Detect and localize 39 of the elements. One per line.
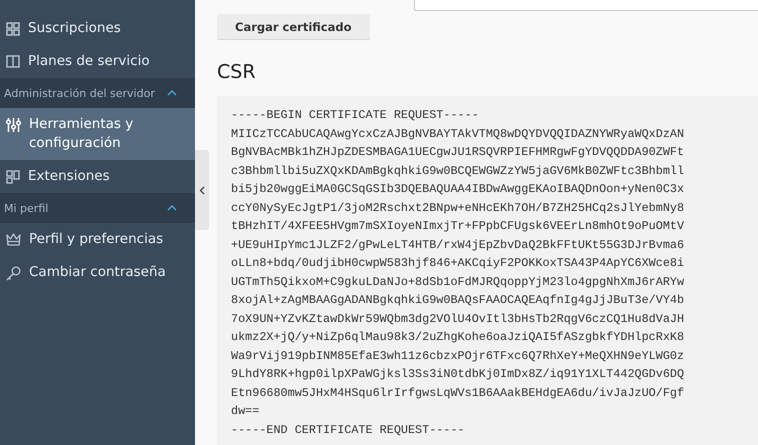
section-header[interactable]: Administración del servidor (0, 78, 195, 108)
csr-line: BgNVBAcMBk1hZHJpZDESMBAGA1UECgwJU1RSQVRPIEFHMRgwFgYDVQQDDA90ZWFt (231, 144, 686, 161)
chevron-left-icon (199, 186, 205, 194)
key-icon (6, 266, 21, 281)
csr-line: 9LhdY8RK+hgp0ilpXPaWGjksl3Ss3iN0tdbKj0ImDx8Z/iq91Y1XLT442QGDv6DQ (231, 366, 686, 383)
csr-line: MIICzTCCAbUCAQAwgYcxCzAJBgNVBAYTAkVTMQ8wDQYDVQQIDAZNYWRyaWQxDzAN (231, 126, 686, 142)
sidebar-item[interactable]: Cambiar contraseña (0, 256, 195, 289)
upload-button[interactable]: Cargar certificado (217, 14, 370, 40)
csr-line: -----END CERTIFICATE REQUEST----- (231, 422, 466, 438)
csr-line: 7oX9UN+YZvKZtawDkWr59WQbm3dg2VOlU4OvItl3bHsTb2RqgV6czCQ1Hu8dVaJH (231, 310, 686, 328)
blocks-icon (6, 170, 20, 184)
sidebar-item[interactable]: Extensiones (0, 160, 195, 193)
input-field[interactable] (414, 0, 758, 11)
csr-line: ccY0NySyEcJgtP1/3joM2Rschxt2BNpw+eNHcEKh7OH/B7ZH25HCq2sJlYebmNy8 (231, 200, 686, 216)
sliders-icon (6, 118, 21, 132)
csr-line: bi5jb20wggEiMA0GCSqGSIb3DQEBAQUAA4IBDwAwggEKAoIBAQDnOon+yNen0C3x (231, 181, 686, 198)
csr-line: ukmz2X+jQ/y+NiZp6qlMau98k3/2uZhgKohe6oaJziQAI5fASzgbkfYDHlpcRxK8 (231, 329, 686, 346)
csr-line: -----BEGIN CERTIFICATE REQUEST----- (231, 107, 480, 124)
crown-icon (6, 233, 21, 246)
section-header[interactable]: Mi perfil (0, 193, 195, 223)
sidebar-item[interactable]: Herramientas y configuración (0, 108, 195, 160)
csr-line: UGTmTh5QikxoM+C9gkuLDaNJo+8dSb1oFdMJRQqoppYjM23lo4gpgNhXmJ6rARYw (231, 274, 686, 290)
csr-line: Etn96680mw5JHxM4HSqu6lrIrfgwsLqWVs1B6AAakBEHdgEA6du/ivJaJzUO/Fgf (231, 384, 686, 402)
csr-line: +UE9uHIpYmc1JLZF2/gPwLeLT4HTB/rxW4jEpZbvDaQ2BkFFtUKt55G3DJrBvma6 (231, 236, 686, 254)
csr-line: c3Bhbmllbi5uZXQxKDAmBgkqhkiG9w0BCQEWGWZzYW5jaGV6MkB0ZWFtc3Bhbmll (231, 162, 686, 180)
csr-line: tBHzhIT/4XFEE5HVgm7mSXIoyeNImxjTr+FPpbCFUgsk6VEErLn8mhOt9oPuOMtV (231, 218, 686, 235)
sidebar-item[interactable]: Suscripciones (0, 12, 195, 45)
collapse-handle[interactable] (195, 150, 209, 230)
csr-line: Wa9rVij919pbINM85EfaE3wh11z6cbzxPOjr6TFxc6Q7RhXeY+MeQXHN9eYLWG0z (231, 348, 686, 364)
grid-icon (6, 22, 20, 36)
sidebar-item[interactable]: Perfil y preferencias (0, 223, 195, 256)
sidebar-item[interactable]: Planes de servicio (0, 45, 195, 78)
caret-icon (167, 205, 177, 211)
csr-line: oLLn8+bdq/0udjibH0cwpW583hjf846+AKCqiyF2POKKoxTSA43P4ApYC6XWce8i (231, 255, 686, 272)
section-title: CSR (217, 60, 257, 84)
csr-line: 8xojAl+zAgMBAAGgADANBgkqhkiG9w0BAQsFAAOCAQEAqfnIg4gJjJBuT3e/VY4b (231, 292, 686, 309)
csr-line: dw== (231, 403, 260, 420)
caret-icon (167, 90, 177, 96)
book-icon (6, 55, 20, 68)
